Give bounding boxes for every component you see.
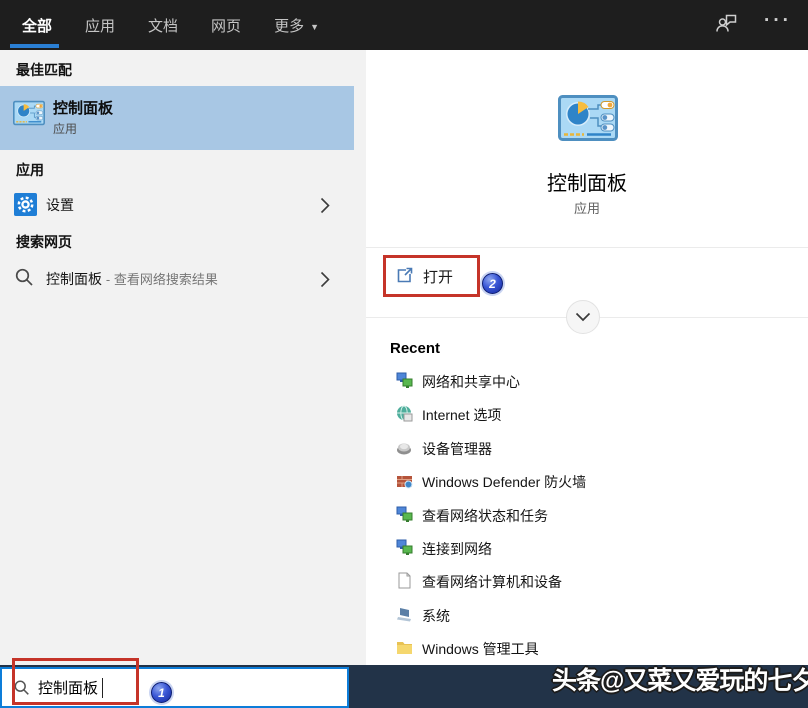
chevron-right-icon bbox=[320, 197, 330, 214]
active-tab-underline bbox=[10, 44, 59, 48]
recent-item[interactable]: Internet 选项 bbox=[366, 398, 808, 431]
tab-more-label: 更多 bbox=[274, 17, 305, 35]
recent-item-label: 查看网络状态和任务 bbox=[422, 507, 548, 524]
best-match-result[interactable]: 控制面板 应用 bbox=[0, 86, 354, 150]
control-panel-icon bbox=[13, 100, 45, 126]
recent-item[interactable]: 系统 bbox=[366, 599, 808, 632]
results-pane: 最佳匹配 控制面板 应用 应用 设置 搜索网页 控制面板 - 查看网络搜索结果 bbox=[0, 50, 366, 665]
feedback-icon[interactable] bbox=[714, 11, 738, 40]
search-header: 全部 应用 文档 网页 更多 ▼ ··· bbox=[0, 0, 808, 50]
divider bbox=[366, 247, 808, 248]
system-icon bbox=[397, 607, 411, 622]
recent-list: 网络和共享中心 Internet 选项 设备管理器 Windows Defend… bbox=[366, 365, 808, 666]
recent-item[interactable]: 查看网络状态和任务 bbox=[366, 499, 808, 532]
annotation-step-2: 2 bbox=[482, 273, 503, 294]
search-web-header: 搜索网页 bbox=[16, 234, 72, 250]
tab-web[interactable]: 网页 bbox=[211, 15, 241, 36]
annotation-step-1: 1 bbox=[151, 682, 172, 703]
app-subtitle: 应用 bbox=[573, 201, 600, 216]
tab-all[interactable]: 全部 bbox=[22, 15, 52, 36]
control-panel-icon bbox=[558, 95, 618, 141]
chevron-right-icon bbox=[320, 271, 330, 288]
network-icon bbox=[396, 372, 413, 388]
recent-item-label: 系统 bbox=[422, 607, 450, 624]
best-match-title: 控制面板 bbox=[53, 100, 114, 117]
annotation-box-search bbox=[12, 658, 139, 705]
globe-icon bbox=[397, 405, 413, 422]
recent-item-label: 网络和共享中心 bbox=[422, 374, 520, 390]
recent-item-label: Internet 选项 bbox=[422, 407, 502, 424]
annotation-box-open bbox=[383, 255, 480, 297]
firewall-icon bbox=[397, 476, 413, 489]
recent-item[interactable]: 设备管理器 bbox=[366, 432, 808, 465]
recent-item[interactable]: 网络和共享中心 bbox=[366, 365, 808, 398]
web-search-hint: - 查看网络搜索结果 bbox=[105, 272, 218, 287]
chevron-down-icon bbox=[575, 312, 591, 322]
recent-item[interactable]: 连接到网络 bbox=[366, 532, 808, 565]
recent-item-label: 查看网络计算机和设备 bbox=[422, 574, 562, 591]
chevron-down-icon: ▼ bbox=[310, 21, 319, 32]
search-icon bbox=[15, 268, 33, 286]
recent-item-label: Windows 管理工具 bbox=[422, 641, 539, 658]
recent-item[interactable]: Windows Defender 防火墙 bbox=[366, 465, 808, 498]
app-title: 控制面板 bbox=[547, 173, 627, 195]
recent-item[interactable]: 查看网络计算机和设备 bbox=[366, 565, 808, 598]
device-manager-icon bbox=[397, 443, 411, 455]
web-search-result[interactable]: 控制面板 - 查看网络搜索结果 bbox=[0, 262, 354, 296]
expand-collapse-button[interactable] bbox=[566, 300, 600, 334]
recent-item-label: Windows Defender 防火墙 bbox=[422, 474, 587, 491]
network-icon bbox=[396, 539, 413, 555]
windows-search-screen: 全部 应用 文档 网页 更多 ▼ ··· 最佳匹配 控制面板 应用 应用 设置 … bbox=[0, 0, 808, 708]
gear-icon bbox=[14, 193, 37, 216]
search-filter-tabs: 全部 应用 文档 网页 更多 ▼ bbox=[22, 0, 319, 50]
settings-label: 设置 bbox=[46, 197, 74, 213]
watermark: 头条@又菜又爱玩的七夕 bbox=[552, 667, 808, 695]
more-options-icon[interactable]: ··· bbox=[764, 10, 792, 32]
tab-apps[interactable]: 应用 bbox=[85, 15, 115, 36]
document-icon bbox=[398, 572, 411, 589]
network-icon bbox=[396, 506, 413, 522]
best-match-subtitle: 应用 bbox=[53, 122, 78, 136]
folder-icon bbox=[397, 642, 412, 655]
tab-documents[interactable]: 文档 bbox=[148, 15, 178, 36]
apps-section-header: 应用 bbox=[16, 162, 44, 178]
recent-header: Recent bbox=[390, 340, 441, 357]
recent-item-label: 连接到网络 bbox=[422, 540, 492, 557]
recent-item-label: 设备管理器 bbox=[422, 440, 492, 457]
settings-result[interactable]: 设置 bbox=[0, 188, 354, 222]
best-match-header: 最佳匹配 bbox=[16, 62, 72, 78]
tab-more[interactable]: 更多 ▼ bbox=[274, 15, 319, 36]
web-search-query: 控制面板 bbox=[46, 271, 102, 287]
preview-pane: 控制面板 应用 打开 Recent 网络和共享中心 Internet 选项 设备… bbox=[366, 50, 808, 665]
